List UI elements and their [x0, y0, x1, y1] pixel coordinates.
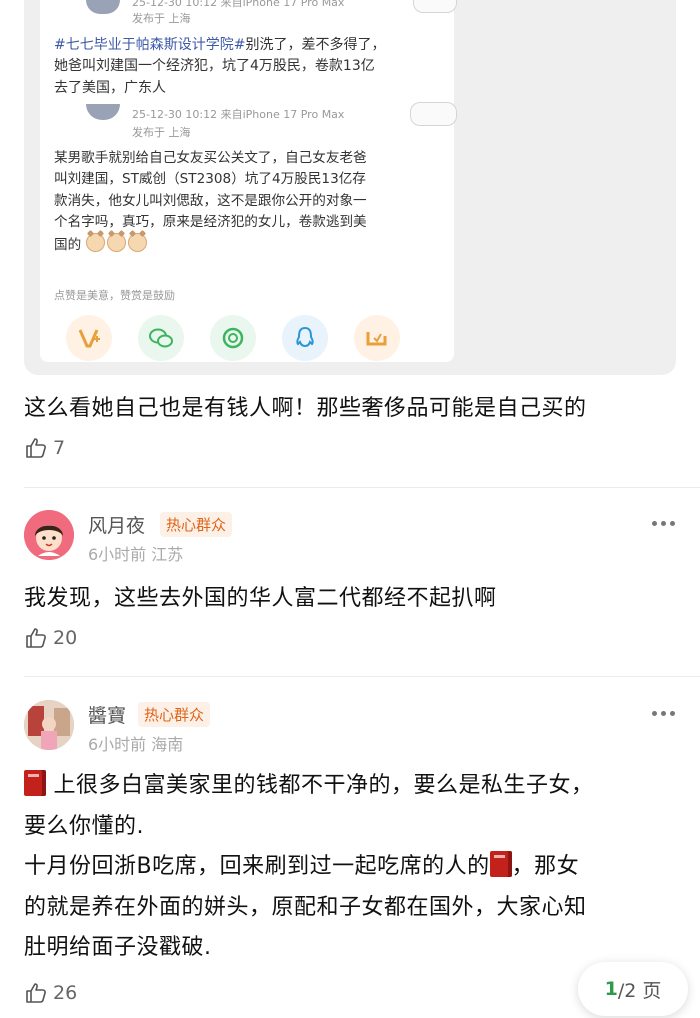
cat-emoji-icon	[106, 233, 126, 253]
post-location: 发布于 上海	[132, 12, 191, 25]
like-button[interactable]: 26	[24, 981, 77, 1005]
screenshot-post-card: 25-12-30 10:12 来自iPhone 17 Pro Max 发布于 上…	[40, 0, 457, 362]
repost-avatar	[86, 104, 120, 120]
hashtag-link[interactable]: #七七毕业于帕森斯设计学院#	[54, 37, 245, 53]
repost-text: 某男歌手就别给自己女友买公关文了，自己女友老爸 叫刘建国，ST威创（ST2308…	[54, 150, 367, 254]
repost-location: 发布于 上海	[132, 126, 191, 139]
comment-text: 这么看她自己也是有钱人啊！那些奢侈品可能是自己买的	[24, 396, 587, 421]
cat-emoji-icon	[85, 233, 105, 253]
embedded-screenshot[interactable]: 25-12-30 10:12 来自iPhone 17 Pro Max 发布于 上…	[24, 0, 676, 375]
current-page: 1	[604, 978, 618, 1000]
status-badge: 热心群众	[138, 702, 211, 727]
thumbs-up-icon	[26, 628, 46, 648]
moments-icon[interactable]	[210, 315, 256, 361]
avatar[interactable]	[24, 700, 74, 750]
cat-emoji-icon	[127, 233, 147, 253]
v-plus-icon[interactable]	[66, 315, 112, 361]
qq-icon[interactable]	[282, 315, 328, 361]
thumbs-up-icon	[26, 983, 46, 1003]
red-book-icon	[24, 770, 46, 796]
post-avatar	[86, 0, 120, 14]
reward-hint: 点赞是美意，赞赏是鼓励	[54, 289, 175, 302]
like-count: 26	[53, 982, 78, 1004]
comment-meta: 6小时前 海南	[88, 735, 184, 754]
thumbs-up-icon	[26, 438, 46, 458]
comment-meta: 6小时前 江苏	[88, 545, 184, 564]
divider	[24, 487, 700, 488]
post-meta: 25-12-30 10:12 来自iPhone 17 Pro Max	[132, 0, 345, 9]
like-button[interactable]: 20	[24, 626, 77, 650]
avatar[interactable]	[24, 510, 74, 560]
like-count: 20	[53, 627, 78, 649]
repost-meta: 25-12-30 10:12 来自iPhone 17 Pro Max	[132, 108, 345, 121]
username[interactable]: 醬寶	[88, 701, 126, 728]
post-text: #七七毕业于帕森斯设计学院#别洗了，差不多得了， 她爸叫刘建国一个经济犯，坑了4…	[54, 37, 386, 96]
more-options-icon[interactable]	[652, 521, 675, 526]
weibo-icon[interactable]	[354, 315, 400, 361]
comment-text: 上很多白富美家里的钱都不干净的，要么是私生子女， 要么你懂的. 十月份回浙B吃席…	[24, 766, 684, 969]
comment-text: 我发现，这些去外国的华人富二代都经不起扒啊	[24, 586, 497, 611]
divider	[24, 676, 700, 677]
status-badge: 热心群众	[160, 512, 233, 537]
like-button[interactable]: 7	[24, 436, 65, 460]
total-pages: /2 页	[617, 979, 662, 1002]
page-indicator[interactable]: 1/2 页	[578, 962, 688, 1016]
username[interactable]: 风月夜	[88, 511, 145, 538]
stamp-icon	[410, 102, 457, 126]
red-book-icon	[489, 851, 512, 878]
stamp-icon	[413, 0, 457, 13]
like-count: 7	[53, 437, 66, 459]
wechat-icon[interactable]	[138, 315, 184, 361]
more-options-icon[interactable]	[652, 711, 675, 716]
